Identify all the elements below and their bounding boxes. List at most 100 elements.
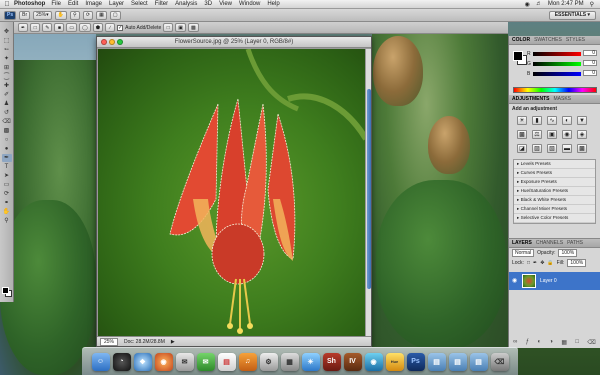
new-layer-icon[interactable]: □ (575, 339, 579, 346)
eraser-tool-icon[interactable]: ⌫ (2, 118, 12, 126)
tab-masks[interactable]: MASKS (554, 96, 572, 102)
iphoto-icon[interactable]: ☀ (301, 352, 320, 371)
eyedropper-tool-icon[interactable]: ⁐ (2, 73, 12, 81)
documents-folder-icon[interactable]: ▤ (469, 352, 488, 371)
lock-transparency-icon[interactable]: □ (527, 260, 530, 266)
fx-icon[interactable]: ƒ (526, 339, 529, 346)
line-shape-icon[interactable]: ∕ (105, 23, 116, 32)
preset-item-selective-color[interactable]: ▸ Selective Color Presets (514, 214, 595, 223)
layer-row[interactable]: ◉ Layer 0 (509, 272, 600, 290)
flame-app-icon[interactable]: Hue (385, 352, 404, 371)
vertical-scrollbar[interactable] (365, 49, 371, 337)
hand-tool-icon[interactable]: ✋ (2, 208, 12, 216)
hand-tool-button[interactable]: ✋ (54, 10, 67, 20)
zoom-select[interactable]: 25% ▾ (33, 10, 52, 20)
menu-view[interactable]: View (219, 1, 232, 7)
auto-add-delete-checkbox[interactable]: ✓ (117, 24, 124, 31)
preset-item-levels[interactable]: ▸ Levels Presets (514, 160, 595, 169)
gradient-tool-icon[interactable]: ▩ (2, 127, 12, 135)
3d-rotate-tool-icon[interactable]: ⟳ (2, 190, 12, 198)
preset-item-channel-mixer[interactable]: ▸ Channel Mixer Presets (514, 205, 595, 214)
path-subtract-icon[interactable]: ▣ (175, 23, 186, 32)
dashboard-icon[interactable]: ◔ (112, 352, 131, 371)
document-size[interactable]: Doc: 28.2M/28.8M (124, 339, 165, 345)
blue-slider[interactable] (533, 72, 581, 76)
link-layers-icon[interactable]: ∞ (513, 339, 517, 346)
tab-adjustments[interactable]: ADJUSTMENTS (512, 96, 550, 102)
tab-paths[interactable]: PATHS (567, 240, 583, 246)
new-group-icon[interactable]: ▦ (561, 339, 567, 346)
brush-tool-icon[interactable]: ✐ (2, 91, 12, 99)
menu-filter[interactable]: Filter (155, 1, 168, 7)
eye-icon[interactable]: ◉ (512, 278, 518, 284)
hue-saturation-icon[interactable]: ▩ (517, 130, 527, 139)
shape-layers-icon[interactable]: □ (30, 23, 41, 32)
preset-item-black-white[interactable]: ▸ Black & White Presets (514, 196, 595, 205)
posterize-icon[interactable]: ▨ (532, 144, 542, 153)
preset-item-curves[interactable]: ▸ Curves Presets (514, 169, 595, 178)
menu-3d[interactable]: 3D (204, 1, 212, 7)
workspace-switcher[interactable]: ESSENTIALS ▾ (548, 10, 596, 20)
exposure-icon[interactable]: ◐ (562, 116, 572, 125)
new-adjustment-icon[interactable]: ◑ (549, 339, 553, 346)
firefox-icon[interactable]: ◉ (154, 352, 173, 371)
fg-color-chip[interactable] (513, 51, 523, 61)
menu-analysis[interactable]: Analysis (175, 1, 197, 7)
menu-window[interactable]: Window (239, 1, 260, 7)
selective-color-icon[interactable]: ▩ (577, 144, 587, 153)
preset-item-hue-saturation[interactable]: ▸ Hue/Saturation Presets (514, 187, 595, 196)
dodge-tool-icon[interactable]: ● (2, 145, 12, 153)
screen-mode-button[interactable]: ▢ (109, 10, 121, 20)
green-slider[interactable] (533, 62, 581, 66)
channel-mixer-icon[interactable]: ◈ (577, 130, 587, 139)
image-canvas[interactable] (98, 49, 366, 337)
healing-brush-tool-icon[interactable]: ✚ (2, 82, 12, 90)
status-zoom-field[interactable]: 25% (100, 337, 119, 346)
crop-tool-icon[interactable]: ⊞ (2, 64, 12, 72)
tab-channels[interactable]: CHANNELS (536, 240, 563, 246)
tab-color[interactable]: COLOR (512, 37, 530, 43)
menu-select[interactable]: Select (131, 1, 148, 7)
black-white-icon[interactable]: ▣ (547, 130, 557, 139)
app-menu[interactable]: Photoshop (14, 1, 45, 7)
aperture-icon[interactable]: ◉ (364, 352, 383, 371)
history-brush-tool-icon[interactable]: ↺ (2, 109, 12, 117)
zoom-tool-icon[interactable]: ⚲ (2, 217, 12, 225)
polygon-shape-icon[interactable]: ⬟ (92, 23, 104, 32)
shake-app-icon[interactable]: Sh (322, 352, 341, 371)
gradient-map-icon[interactable]: ▬ (562, 144, 572, 153)
tab-layers[interactable]: LAYERS (512, 240, 532, 246)
apple-icon[interactable]:  (0, 1, 14, 8)
g-value[interactable]: 0 (583, 60, 597, 66)
type-tool-icon[interactable]: T (2, 163, 12, 171)
folder-icon[interactable]: ▤ (427, 352, 446, 371)
wifi-icon[interactable]: ◉ (525, 1, 530, 8)
calendar-icon[interactable]: ▤ (217, 352, 236, 371)
tab-styles[interactable]: STYLES (566, 37, 585, 43)
scrollbar-thumb[interactable] (367, 89, 371, 289)
layer-name[interactable]: Layer 0 (540, 278, 557, 284)
pen-tool-icon[interactable]: ✒ (1, 154, 12, 162)
preset-item-exposure[interactable]: ▸ Exposure Presets (514, 178, 595, 187)
foreground-color-swatch[interactable] (2, 287, 9, 294)
menu-help[interactable]: Help (267, 1, 279, 7)
shape-tool-icon[interactable]: ▭ (2, 181, 12, 189)
invert-icon[interactable]: ◪ (517, 144, 527, 153)
spotlight-icon[interactable]: ⚲ (590, 1, 594, 8)
ps-icon[interactable]: Ps (4, 10, 17, 20)
lock-position-icon[interactable]: ✥ (540, 260, 544, 266)
brightness-icon[interactable]: ☀ (517, 116, 527, 125)
levels-icon[interactable]: ▮ (532, 116, 542, 125)
menu-image[interactable]: Image (85, 1, 102, 7)
lock-pixels-icon[interactable]: ✒ (533, 260, 537, 266)
path-intersect-icon[interactable]: ▩ (187, 23, 199, 32)
arrange-docs-button[interactable]: ▦ (96, 10, 107, 20)
marquee-tool-icon[interactable]: ⬚ (2, 37, 12, 45)
bridge-icon[interactable]: Br (19, 10, 31, 20)
menu-layer[interactable]: Layer (109, 1, 124, 7)
b-value[interactable]: 0 (583, 70, 597, 76)
fill-pixels-icon[interactable]: ■ (54, 23, 65, 32)
status-arrow-icon[interactable]: ▶ (171, 339, 175, 345)
photo-filter-icon[interactable]: ◉ (562, 130, 572, 139)
quick-selection-tool-icon[interactable]: ✦ (2, 55, 12, 63)
